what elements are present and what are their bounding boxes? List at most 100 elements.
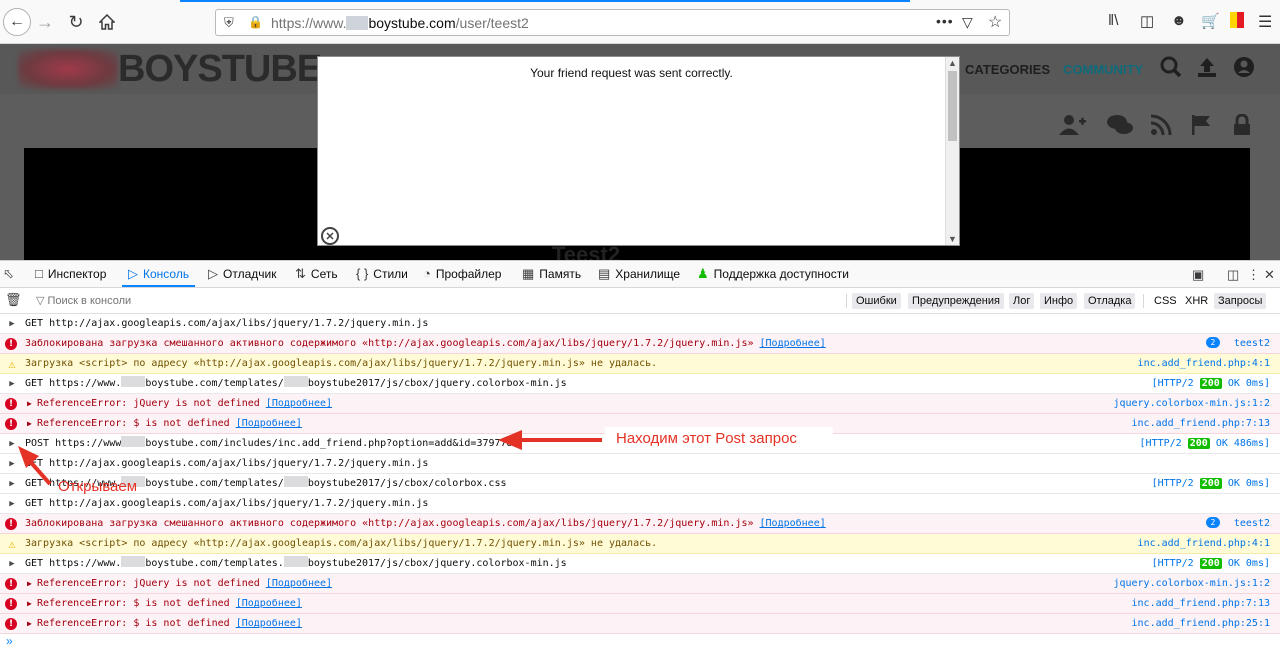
- log-row-warning[interactable]: ⚠ Загрузка <script> по адресу «http://aj…: [0, 534, 1280, 554]
- log-row-error[interactable]: ! ▶ ReferenceError: $ is not defined [По…: [0, 614, 1280, 634]
- learn-more-link[interactable]: [Подробнее]: [760, 338, 826, 349]
- learn-more-link[interactable]: [Подробнее]: [236, 618, 302, 629]
- log-row-error[interactable]: ! ▶ ReferenceError: jQuery is not define…: [0, 394, 1280, 414]
- filter-css[interactable]: CSS: [1150, 293, 1181, 309]
- log-row-error[interactable]: ! ▶ ReferenceError: jQuery is not define…: [0, 574, 1280, 594]
- flag-icon[interactable]: [1190, 114, 1212, 142]
- trash-icon[interactable]: 🗑: [5, 292, 22, 308]
- log-row-error[interactable]: ! Заблокирована загрузка смешанного акти…: [0, 334, 1280, 354]
- account-icon[interactable]: ☻: [1171, 12, 1187, 29]
- home-button[interactable]: [93, 8, 121, 36]
- menu-icon[interactable]: ☰: [1258, 12, 1272, 32]
- expand-triangle-icon[interactable]: ▶: [27, 594, 32, 614]
- expand-triangle-icon[interactable]: ▶: [5, 434, 19, 454]
- nav-community[interactable]: COMMUNITY: [1063, 62, 1143, 77]
- site-logo[interactable]: BOYSTUBE: [118, 48, 322, 91]
- dock-icon[interactable]: ◫: [1227, 267, 1239, 283]
- library-icon[interactable]: ‖\: [1108, 12, 1118, 29]
- expand-triangle-icon[interactable]: ▶: [27, 614, 32, 634]
- log-row-request[interactable]: ▶ GET http://ajax.googleapis.com/ajax/li…: [0, 454, 1280, 474]
- dialog-scrollbar[interactable]: ▲ ▼: [945, 57, 959, 245]
- tab-console[interactable]: ▷ Консоль: [122, 261, 196, 287]
- cart-icon[interactable]: 🛒: [1201, 12, 1220, 30]
- tab-inspector[interactable]: □ Инспектор: [35, 261, 106, 287]
- filter-warnings[interactable]: Предупреждения: [908, 293, 1004, 309]
- learn-more-link[interactable]: [Подробнее]: [236, 418, 302, 429]
- forward-button[interactable]: →: [31, 8, 59, 36]
- log-row-error[interactable]: ! Заблокирована загрузка смешанного акти…: [0, 514, 1280, 534]
- log-row-request[interactable]: ▶ GET https://www. boystube.com/templates…: [0, 374, 1280, 394]
- responsive-mode-icon[interactable]: ▣: [1192, 267, 1204, 283]
- scroll-thumb[interactable]: [948, 71, 957, 141]
- expand-triangle-icon[interactable]: ▶: [5, 374, 19, 394]
- console-input[interactable]: »: [0, 634, 1280, 651]
- lock-icon[interactable]: [1232, 113, 1252, 142]
- log-row-error[interactable]: ! ▶ ReferenceError: $ is not defined [По…: [0, 594, 1280, 614]
- source-link[interactable]: jquery.colorbox-min.js:1:2: [1113, 574, 1270, 594]
- expand-triangle-icon[interactable]: ▶: [27, 574, 32, 594]
- back-button[interactable]: ←: [3, 8, 31, 36]
- filter-log[interactable]: Лог: [1009, 293, 1035, 309]
- reload-button[interactable]: ↻: [62, 8, 90, 36]
- page-actions-icon[interactable]: •••: [936, 13, 954, 29]
- log-row-request[interactable]: ▶ GET https://www. boystube.com/templates…: [0, 474, 1280, 494]
- tab-profiler[interactable]: ◔ Профайлер: [423, 261, 501, 287]
- scroll-up-icon[interactable]: ▲: [948, 58, 957, 68]
- more-options-icon[interactable]: ⋮: [1247, 267, 1260, 283]
- console-filter-input[interactable]: ▽ Поиск в консоли: [36, 294, 131, 307]
- tab-storage[interactable]: ▤ Хранилище: [598, 261, 680, 287]
- learn-more-link[interactable]: [Подробнее]: [266, 578, 332, 589]
- upload-icon[interactable]: [1196, 56, 1218, 84]
- log-row-request[interactable]: ▶ GET http://ajax.googleapis.com/ajax/li…: [0, 314, 1280, 334]
- source-link[interactable]: inc.add_friend.php:7:13: [1132, 414, 1270, 434]
- filter-requests[interactable]: Запросы: [1214, 293, 1267, 309]
- learn-more-link[interactable]: [Подробнее]: [266, 398, 332, 409]
- tab-network[interactable]: ⇅ Сеть: [295, 261, 338, 287]
- filter-info[interactable]: Инфо: [1040, 293, 1078, 309]
- source-link[interactable]: 2 teest2: [1205, 334, 1270, 354]
- source-link[interactable]: 2 teest2: [1205, 514, 1270, 534]
- tab-styles[interactable]: { } Стили: [356, 261, 408, 287]
- source-link[interactable]: inc.add_friend.php:4:1: [1138, 354, 1270, 374]
- rss-icon[interactable]: [1150, 114, 1172, 142]
- expand-triangle-icon[interactable]: ▶: [5, 454, 19, 474]
- log-row-request[interactable]: ▶ GET http://ajax.googleapis.com/ajax/li…: [0, 494, 1280, 514]
- extension-flag-icon[interactable]: [1230, 12, 1244, 32]
- log-row-warning[interactable]: ⚠ Загрузка <script> по адресу «http://aj…: [0, 354, 1280, 374]
- expand-triangle-icon[interactable]: ▶: [5, 554, 19, 574]
- user-account-icon[interactable]: [1233, 56, 1255, 84]
- expand-triangle-icon[interactable]: ▶: [5, 314, 19, 334]
- log-row-request[interactable]: ▶ GET https://www. boystube.com/templates…: [0, 554, 1280, 574]
- scroll-down-icon[interactable]: ▼: [948, 234, 957, 244]
- source-link[interactable]: inc.add_friend.php:7:13: [1132, 594, 1270, 614]
- learn-more-link[interactable]: [Подробнее]: [236, 598, 302, 609]
- url-text[interactable]: https://www. boystube.com/user/teest2: [271, 15, 529, 31]
- pick-element-button[interactable]: ⬁: [3, 261, 25, 287]
- bookmark-star-icon[interactable]: ☆: [988, 12, 1002, 32]
- nav-categories[interactable]: CATEGORIES: [965, 62, 1050, 77]
- tab-memory[interactable]: ▦ Память: [522, 261, 581, 287]
- add-friend-icon[interactable]: [1058, 114, 1086, 142]
- expand-triangle-icon[interactable]: ▶: [27, 414, 32, 434]
- tab-accessibility[interactable]: ♟ Поддержка доступности: [697, 261, 849, 287]
- tracking-shield-icon[interactable]: ⛨: [224, 15, 234, 31]
- expand-triangle-icon[interactable]: ▶: [5, 494, 19, 514]
- pocket-icon[interactable]: ▽: [962, 14, 973, 31]
- lock-icon[interactable]: 🔒: [248, 15, 263, 29]
- url-bar[interactable]: ⛨ 🔒 https://www. boystube.com/user/teest2…: [215, 9, 1010, 36]
- chat-icon[interactable]: [1106, 114, 1134, 142]
- sidebar-icon[interactable]: ◫: [1140, 12, 1154, 30]
- close-devtools-icon[interactable]: ✕: [1264, 267, 1275, 283]
- source-link[interactable]: inc.add_friend.php:25:1: [1132, 614, 1270, 634]
- filter-debug[interactable]: Отладка: [1084, 293, 1136, 309]
- dialog-close-button[interactable]: ✕: [321, 227, 339, 245]
- filter-errors[interactable]: Ошибки: [852, 293, 901, 309]
- filter-xhr[interactable]: XHR: [1181, 293, 1212, 309]
- search-icon[interactable]: [1160, 56, 1182, 84]
- tab-debugger[interactable]: ▷ Отладчик: [208, 261, 276, 287]
- expand-triangle-icon[interactable]: ▶: [5, 474, 19, 494]
- expand-triangle-icon[interactable]: ▶: [27, 394, 32, 414]
- source-link[interactable]: inc.add_friend.php:4:1: [1138, 534, 1270, 554]
- source-link[interactable]: jquery.colorbox-min.js:1:2: [1113, 394, 1270, 414]
- learn-more-link[interactable]: [Подробнее]: [760, 518, 826, 529]
